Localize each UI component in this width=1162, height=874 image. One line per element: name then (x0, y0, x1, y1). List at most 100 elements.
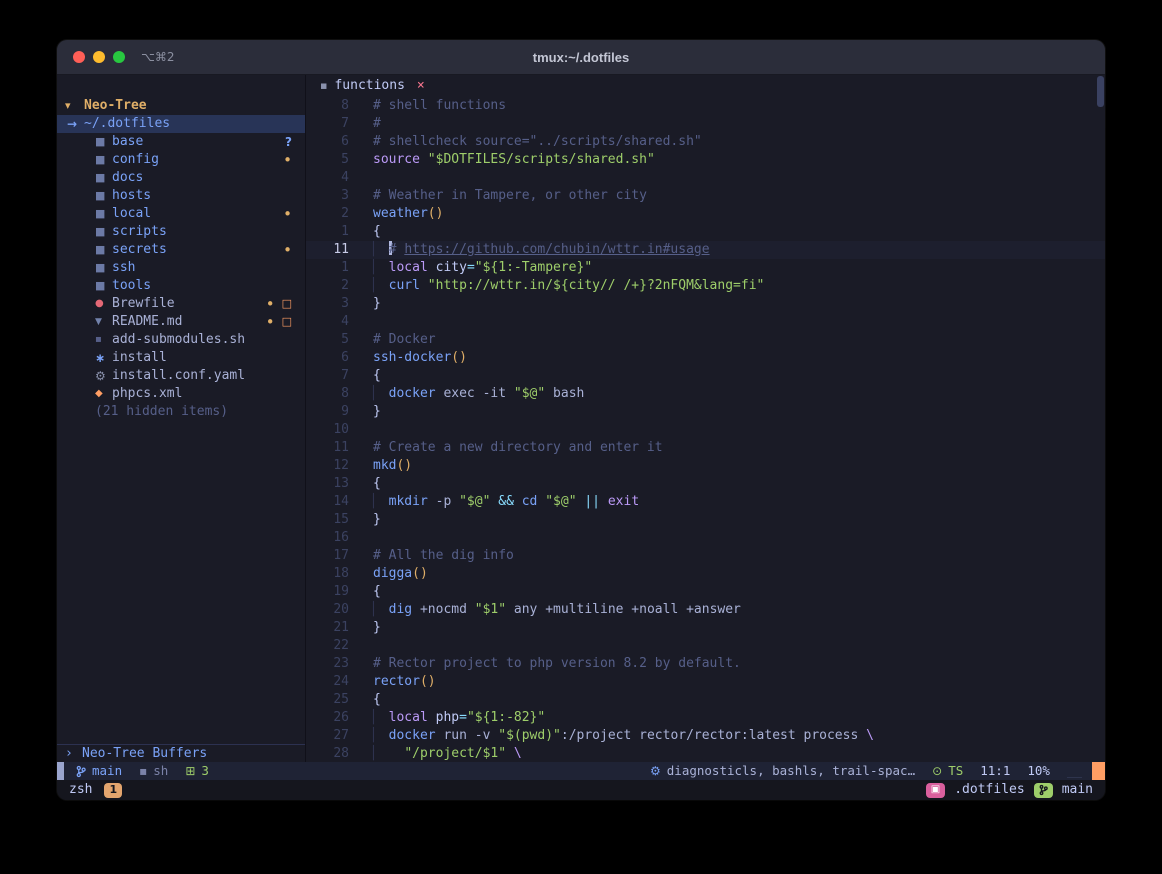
code-line[interactable]: 28▏ "/project/$1" \ (306, 745, 1105, 762)
line-number: 4 (306, 169, 373, 187)
code-line[interactable]: 1▏ local city="${1:-Tampere}" (306, 259, 1105, 277)
tree-item-tools[interactable]: ■tools (57, 277, 305, 295)
code-line[interactable]: 3} (306, 295, 1105, 313)
minimize-button[interactable] (93, 51, 105, 63)
statusline-buffer-count: ⊞3 (185, 762, 209, 780)
code-line[interactable]: 4 (306, 313, 1105, 331)
tree-item-docs[interactable]: ■docs (57, 169, 305, 187)
git-untracked-badge: ? (285, 133, 292, 151)
code-line[interactable]: 18digga() (306, 565, 1105, 583)
neo-tree-buffers-section[interactable]: › Neo-Tree Buffers (57, 744, 305, 762)
line-number: 1 (306, 223, 373, 241)
code-text: # Create a new directory and enter it (373, 439, 663, 457)
code-line[interactable]: 4 (306, 169, 1105, 187)
tree-item-dotfiles[interactable]: →~/.dotfiles (57, 115, 305, 133)
code-line[interactable]: 24rector() (306, 673, 1105, 691)
line-number: 28 (306, 745, 373, 762)
code-line[interactable]: 12mkd() (306, 457, 1105, 475)
code-line[interactable]: 7{ (306, 367, 1105, 385)
statusline-scroll-percent: 10% (1027, 762, 1050, 780)
code-line[interactable]: 2weather() (306, 205, 1105, 223)
editor-pane: ▪ functions × 8# shell functions7#6# she… (306, 75, 1105, 762)
tree-item-brewfile[interactable]: ●Brewfile•□ (57, 295, 305, 313)
code-line[interactable]: 8# shell functions (306, 97, 1105, 115)
yaml-icon: ⚙ (95, 367, 112, 385)
code-text: { (373, 475, 381, 493)
code-text: # Rector project to php version 8.2 by d… (373, 655, 741, 673)
shell-icon: ▪ (95, 331, 112, 349)
tree-item-config[interactable]: ■config• (57, 151, 305, 169)
tree-item-secrets[interactable]: ■secrets• (57, 241, 305, 259)
tree-item-install[interactable]: ∗install (57, 349, 305, 367)
tab-functions[interactable]: ▪ functions × (320, 75, 425, 97)
tmux-window-item[interactable]: zsh 1 (69, 780, 122, 800)
code-line[interactable]: 5# Docker (306, 331, 1105, 349)
zoom-button[interactable] (113, 51, 125, 63)
code-line[interactable]: 17# All the dig info (306, 547, 1105, 565)
code-line[interactable]: 9} (306, 403, 1105, 421)
code-line[interactable]: 27▏ docker run -v "$(pwd)":/project rect… (306, 727, 1105, 745)
tree-item-ssh[interactable]: ■ssh (57, 259, 305, 277)
scroll-indicator (1092, 762, 1105, 780)
code-line[interactable]: 21} (306, 619, 1105, 637)
code-text: } (373, 295, 381, 313)
code-text: ▏ curl "http://wttr.in/${city// /+}?2nFQ… (373, 277, 764, 295)
line-number: 9 (306, 403, 373, 421)
code-line[interactable]: 6# shellcheck source="../scripts/shared.… (306, 133, 1105, 151)
tree-item-add-submodules-sh[interactable]: ▪add-submodules.sh (57, 331, 305, 349)
chevron-down-icon: ▾ (65, 97, 84, 115)
folder-icon: ■ (95, 151, 112, 169)
code-line[interactable]: 14▏ mkdir -p "$@" && cd "$@" || exit (306, 493, 1105, 511)
code-line[interactable]: 2▏ curl "http://wttr.in/${city// /+}?2nF… (306, 277, 1105, 295)
folder-icon: ■ (95, 133, 112, 151)
code-text: ▏ mkdir -p "$@" && cd "$@" || exit (373, 493, 639, 511)
line-number: 5 (306, 331, 373, 349)
line-number: 3 (306, 187, 373, 205)
code-line[interactable]: 5source "$DOTFILES/scripts/shared.sh" (306, 151, 1105, 169)
code-line[interactable]: 1{ (306, 223, 1105, 241)
code-area[interactable]: 8# shell functions7#6# shellcheck source… (306, 97, 1105, 762)
code-line[interactable]: 11▏ # https://github.com/chubin/wttr.in#… (306, 241, 1105, 259)
tree-item-label: phpcs.xml (112, 385, 182, 403)
code-line[interactable]: 16 (306, 529, 1105, 547)
code-line[interactable]: 22 (306, 637, 1105, 655)
tree-item-local[interactable]: ■local• (57, 205, 305, 223)
session-icon: ▣ (926, 783, 945, 798)
tree-item-label: docs (112, 169, 143, 187)
code-line[interactable]: 11# Create a new directory and enter it (306, 439, 1105, 457)
line-number: 13 (306, 475, 373, 493)
folder-icon: ■ (95, 169, 112, 187)
neo-tree-header[interactable]: ▾Neo-Tree (57, 97, 305, 115)
tree-item-install-conf-yaml[interactable]: ⚙install.conf.yaml (57, 367, 305, 385)
code-line[interactable]: 19{ (306, 583, 1105, 601)
code-line[interactable]: 26▏ local php="${1:-82}" (306, 709, 1105, 727)
code-line[interactable]: 13{ (306, 475, 1105, 493)
line-number: 2 (306, 205, 373, 223)
close-tab-icon[interactable]: × (417, 75, 425, 97)
code-text: } (373, 403, 381, 421)
tmux-window-index-badge: 1 (104, 783, 122, 798)
tree-item-scripts[interactable]: ■scripts (57, 223, 305, 241)
line-number: 27 (306, 727, 373, 745)
code-line[interactable]: 20▏ dig +nocmd "$1" any +multiline +noal… (306, 601, 1105, 619)
line-number: 24 (306, 673, 373, 691)
tree-item-label: ssh (112, 259, 135, 277)
code-line[interactable]: 25{ (306, 691, 1105, 709)
code-line[interactable]: 6ssh-docker() (306, 349, 1105, 367)
scrollbar-thumb[interactable] (1097, 76, 1104, 107)
close-button[interactable] (73, 51, 85, 63)
code-line[interactable]: 15} (306, 511, 1105, 529)
tree-item-21-hidden-items[interactable]: (21 hidden items) (57, 403, 305, 421)
code-text: } (373, 619, 381, 637)
code-line[interactable]: 7# (306, 115, 1105, 133)
tree-item-readme-md[interactable]: ▼README.md•□ (57, 313, 305, 331)
code-line[interactable]: 3# Weather in Tampere, or other city (306, 187, 1105, 205)
tmux-statusbar: zsh 1 ▣ .dotfiles main (57, 780, 1105, 800)
tree-item-phpcs-xml[interactable]: ◆phpcs.xml (57, 385, 305, 403)
code-line[interactable]: 8▏ docker exec -it "$@" bash (306, 385, 1105, 403)
git-staged-badge: □ (282, 313, 292, 331)
tree-item-base[interactable]: ■base? (57, 133, 305, 151)
code-line[interactable]: 10 (306, 421, 1105, 439)
code-line[interactable]: 23# Rector project to php version 8.2 by… (306, 655, 1105, 673)
tree-item-hosts[interactable]: ■hosts (57, 187, 305, 205)
